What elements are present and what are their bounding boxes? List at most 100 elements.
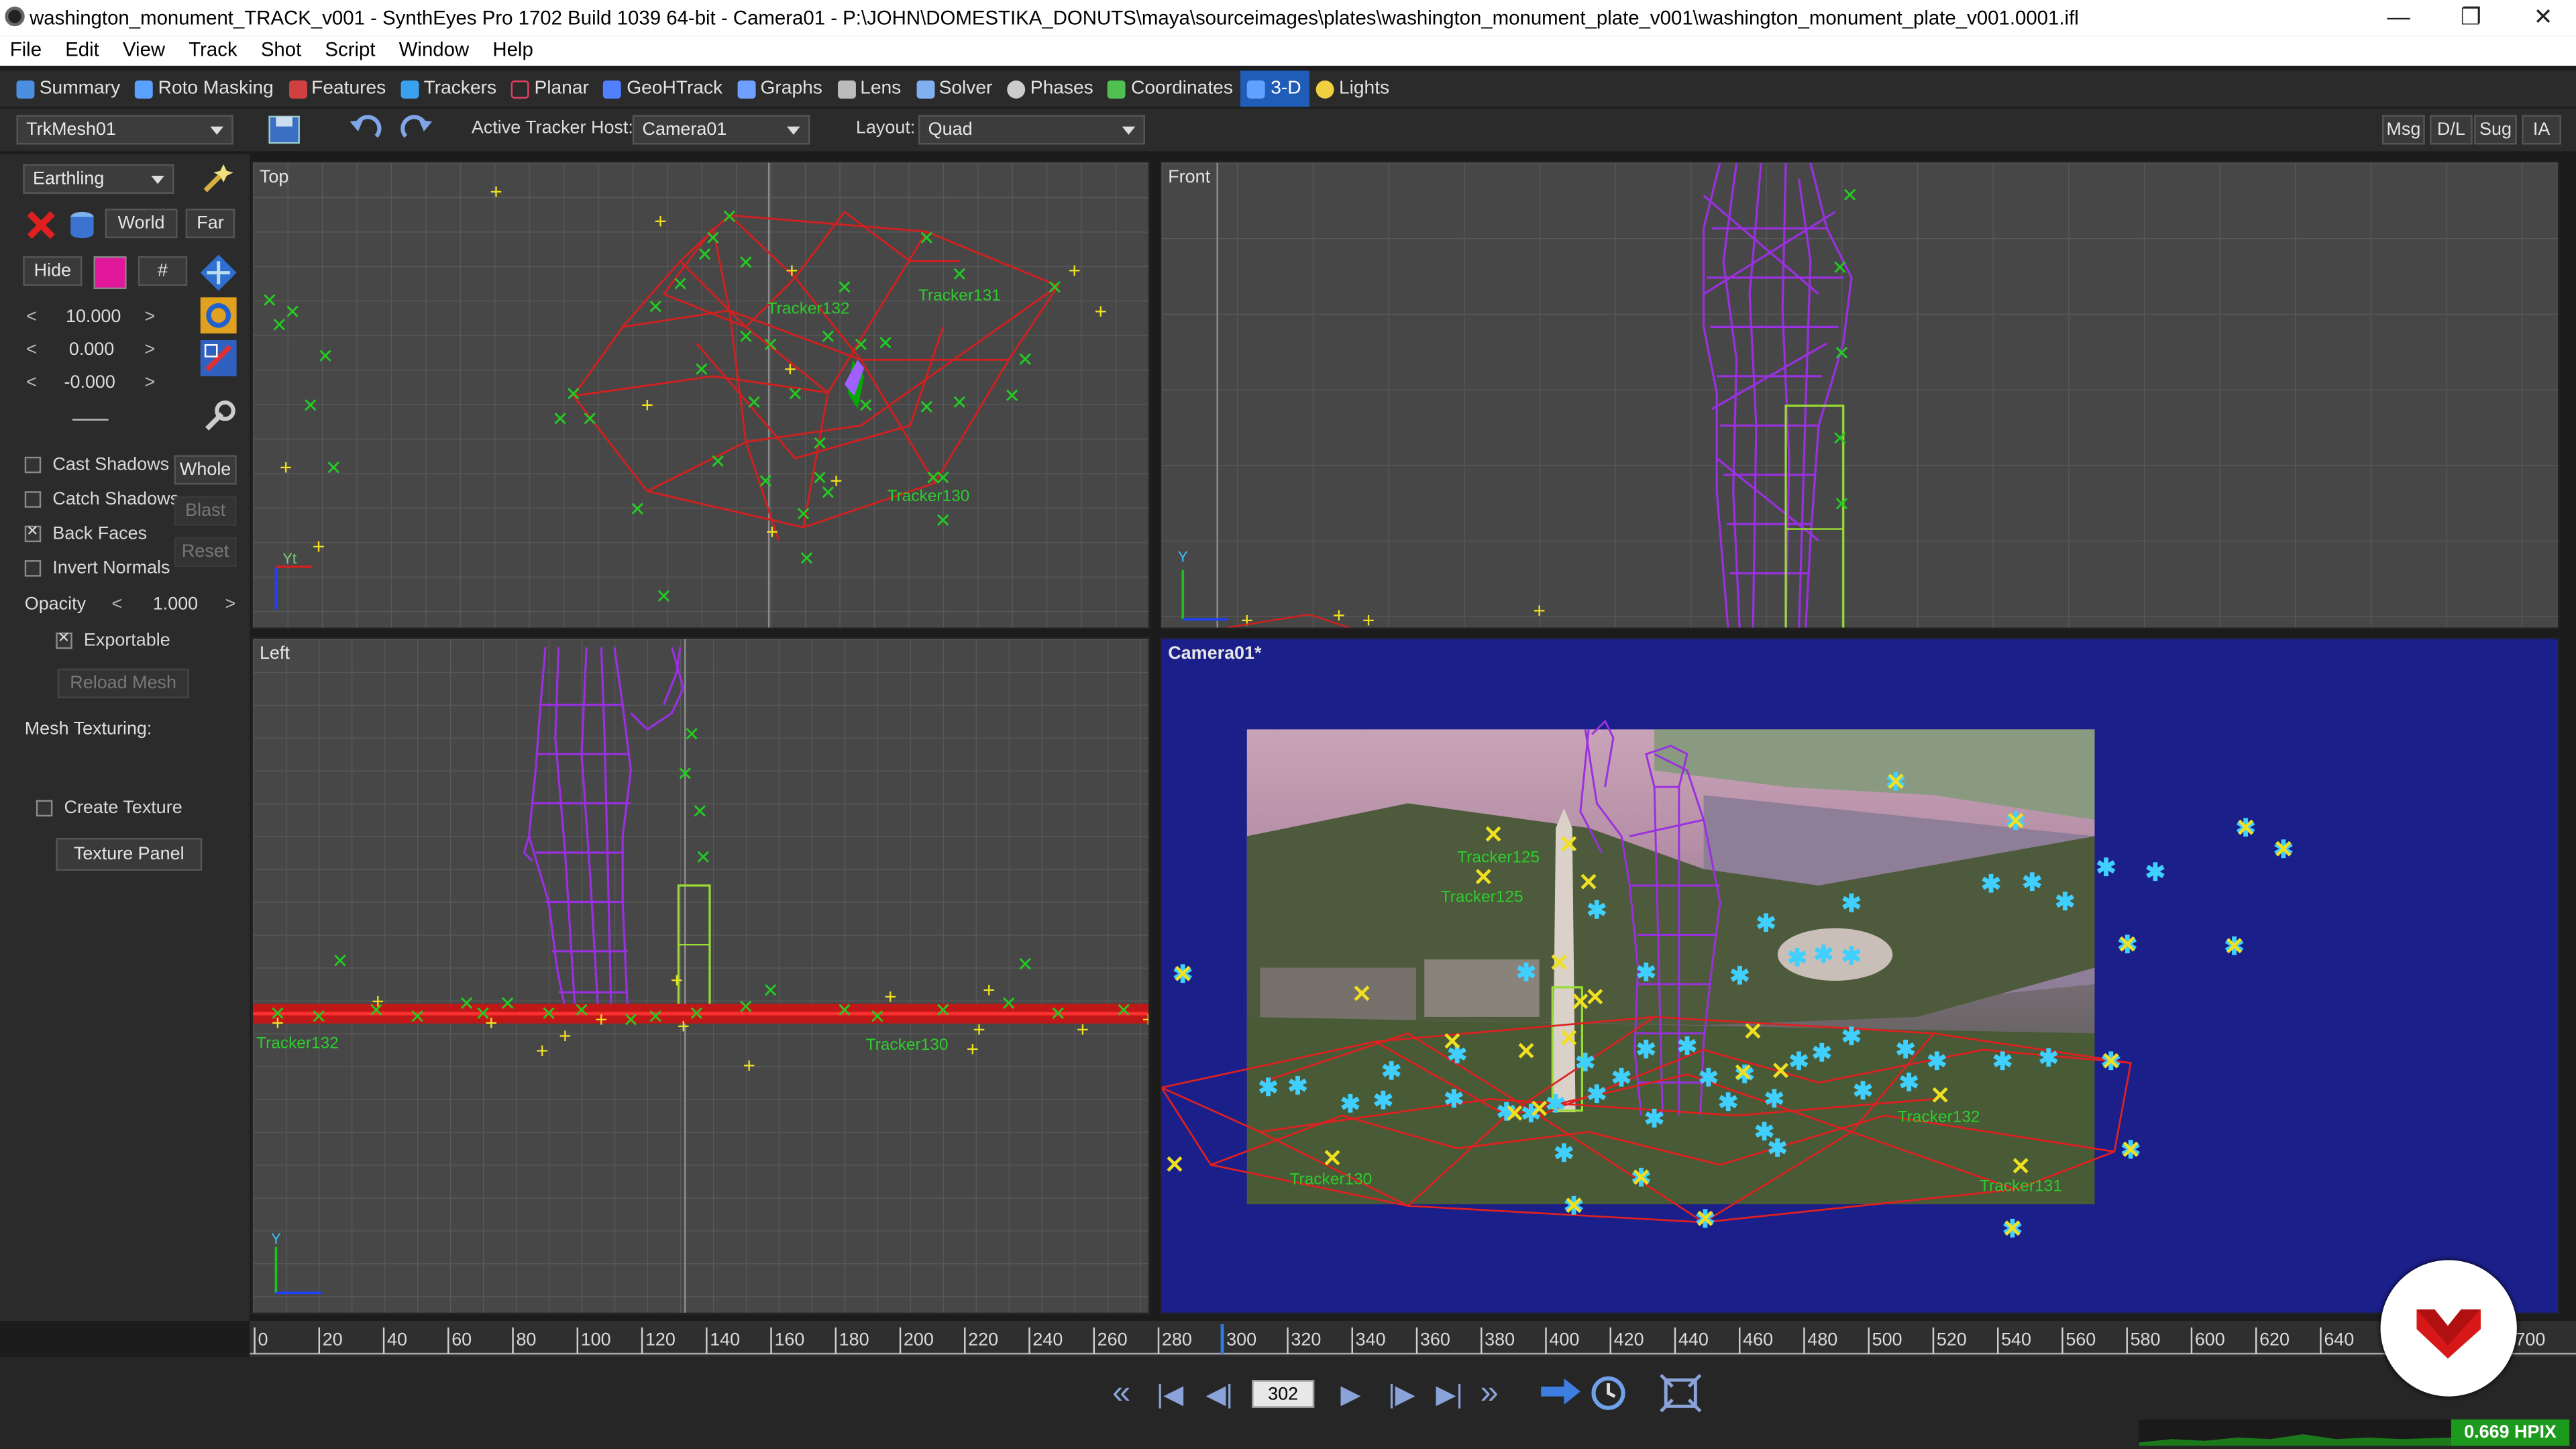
opacity-decrement[interactable]: < (112, 595, 123, 614)
step-back-button[interactable]: ◀| (1206, 1380, 1233, 1413)
opacity-increment[interactable]: > (225, 595, 236, 614)
svg-text:✕: ✕ (1050, 1003, 1067, 1025)
minimize-button[interactable]: — (2363, 0, 2435, 36)
tab-trackers[interactable]: Trackers (394, 70, 505, 107)
reset-button[interactable]: Reset (174, 537, 237, 567)
value-2[interactable]: 0.000 (69, 340, 114, 360)
menu-view[interactable]: View (113, 36, 173, 60)
invert-normals-check[interactable] (24, 560, 42, 577)
tab-summary[interactable]: Summary (10, 70, 129, 107)
menu-shot[interactable]: Shot (251, 36, 309, 60)
go-to-start-button[interactable]: |◀ (1157, 1380, 1183, 1413)
tab-features[interactable]: Features (282, 70, 394, 107)
value-1-increment[interactable]: > (145, 307, 156, 327)
exportable-checkbox[interactable]: Exportable (56, 629, 170, 651)
close-button[interactable]: ✕ (2507, 0, 2576, 36)
value-1[interactable]: 10.000 (66, 307, 121, 327)
value-3[interactable]: -0.000 (64, 373, 115, 392)
top-view-canvas[interactable]: ✕ ✕ ✕ ✕ ✕ ✕ ✕ ✕ ✕ ✕ ✕ ✕ ✕ ✕ ✕ ✕ ✕ ✕ ✕ ✕ ✕ ✕ ✕ ✕ ✕ ✕ ✕ ✕ ✕ ✕ ✕ ✕ ✕ ✕… (253, 162, 1150, 629)
viewport-camera[interactable]: ✱ ✱ ✱ ✱ ✱ ✱ ✱ ✱ ✱ ✱ ✱ ✱ ✱ ✱ ✱ ✱ ✱ ✱ ✱ ✱ ✱ ✱ ✱ ✱ ✱ ✱ ✱ ✱ ✱ ✱ ✱ ✱ ✱ ✱… (1159, 637, 2560, 1315)
viewport-left[interactable]: ✕ ✕ ✕ ✕ ✕ ✕ ✕ ✕ ✕ ✕ ✕ ✕ ✕ ✕ ✕ ✕ ✕ ✕ ✕ ✕ ✕ ✕ ✕ ✕ ✕ ✕ + + + + + + + +… (251, 637, 1150, 1315)
tab-roto-masking[interactable]: Roto Masking (129, 70, 282, 107)
far-button[interactable]: Far (185, 209, 235, 239)
color-swatch[interactable] (93, 256, 127, 290)
value-3-decrement[interactable]: < (26, 373, 37, 392)
reload-mesh-button[interactable]: Reload Mesh (57, 668, 189, 698)
dl-button[interactable]: D/L (2430, 115, 2473, 145)
clock-icon[interactable] (1587, 1373, 1630, 1413)
play-button[interactable]: ▶ (1340, 1380, 1360, 1413)
whole-button[interactable]: Whole (174, 455, 237, 485)
redo-icon[interactable] (396, 113, 435, 146)
mesh-select[interactable]: TrkMesh01 (16, 115, 233, 145)
value-3-increment[interactable]: > (145, 373, 156, 392)
tab-planar[interactable]: Planar (504, 70, 597, 107)
step-forward-button[interactable]: |▶ (1388, 1380, 1415, 1413)
value-2-decrement[interactable]: < (26, 340, 37, 360)
svg-text:✕: ✕ (1770, 1057, 1791, 1085)
invert-normals-checkbox[interactable]: Invert Normals (24, 559, 170, 578)
fast-forward-button[interactable]: » (1481, 1377, 1499, 1409)
menu-edit[interactable]: Edit (56, 36, 108, 60)
tab-phases[interactable]: Phases (1001, 70, 1102, 107)
hide-button[interactable]: Hide (23, 256, 83, 286)
create-texture-checkbox[interactable]: Create Texture (36, 798, 182, 818)
scale-icon[interactable] (199, 338, 238, 378)
frame-number-input[interactable]: 302 (1252, 1380, 1315, 1408)
msg-button[interactable]: Msg (2382, 115, 2425, 145)
restore-button[interactable]: ❐ (2434, 0, 2507, 36)
timeline-bar[interactable]: 0 20 40 60 80 100 120 140 160 180 200 220 240 260 280 3… (250, 1320, 2576, 1357)
menu-file[interactable]: File (0, 36, 50, 60)
active-tracker-host-select[interactable]: Camera01 (632, 115, 810, 145)
front-view-canvas[interactable]: ✕✕✕✕✕ + + + + Y (1161, 162, 2559, 629)
save-icon[interactable] (266, 113, 303, 146)
stack-icon[interactable] (66, 207, 99, 244)
blast-button[interactable]: Blast (174, 496, 237, 526)
menu-track[interactable]: Track (179, 36, 246, 60)
fit-frame-icon[interactable] (1659, 1373, 1702, 1413)
magic-wand-icon[interactable] (199, 161, 235, 197)
wrench-icon[interactable] (199, 398, 238, 437)
exportable-check[interactable] (56, 629, 72, 649)
menu-window[interactable]: Window (389, 36, 477, 60)
tab-lights[interactable]: Lights (1309, 70, 1397, 107)
menu-help[interactable]: Help (483, 36, 541, 60)
undo-icon[interactable] (347, 113, 386, 146)
hash-button[interactable]: # (138, 256, 188, 286)
menu-script[interactable]: Script (315, 36, 384, 60)
tab-solver[interactable]: Solver (910, 70, 1001, 107)
mode-select[interactable]: Earthling (23, 164, 174, 194)
tab-graphs[interactable]: Graphs (731, 70, 830, 107)
left-view-canvas[interactable]: ✕✕✕✕✕ ✕ ✕ ✕ ✕ ✕ ✕ ✕ ✕ ✕ ✕ ✕ ✕✕✕ ✕ ✕ ✕ ✕ ✕✕✕ +++ ++ +++… (253, 639, 1150, 1315)
move-icon[interactable] (199, 253, 238, 292)
catch-shadows-check[interactable] (24, 491, 42, 508)
cast-shadows-checkbox[interactable]: Cast Shadows (24, 455, 169, 475)
cast-shadows-check[interactable] (24, 456, 42, 474)
opacity-value[interactable]: 1.000 (153, 595, 198, 614)
tab-lens[interactable]: Lens (830, 70, 909, 107)
texture-panel-button[interactable]: Texture Panel (56, 837, 203, 871)
viewport-top[interactable]: ✕ ✕ ✕ ✕ ✕ ✕ ✕ ✕ ✕ ✕ ✕ ✕ ✕ ✕ ✕ ✕ ✕ ✕ ✕ ✕ ✕ ✕ ✕ ✕ ✕ ✕ ✕ ✕ ✕ ✕ ✕ ✕ ✕ ✕… (251, 161, 1150, 629)
tab-coordinates[interactable]: Coordinates (1102, 70, 1241, 107)
camera-view-canvas[interactable]: ✱✱✱ ✱✱ ✱✱ ✱✱✱ ✱✱✱✱✱ ✱ ✱✱✱✱ ✱ ✱ ✱✱✱ ✱ ✱✱ ✱✱ ✱✱✱✱… (1161, 639, 2559, 1315)
back-faces-check[interactable] (24, 523, 42, 543)
sug-button[interactable]: Sug (2474, 115, 2517, 145)
layout-select[interactable]: Quad (918, 115, 1145, 145)
arrow-right-icon[interactable] (1538, 1373, 1584, 1409)
rewind-button[interactable]: « (1112, 1377, 1130, 1409)
delete-icon[interactable] (23, 207, 59, 244)
timeline-ruler[interactable]: 0 20 40 60 80 100 120 140 160 180 200 220 240 260 280 3… (250, 1320, 2576, 1357)
catch-shadows-checkbox[interactable]: Catch Shadows (24, 490, 179, 509)
timeline-cursor[interactable] (1220, 1324, 1224, 1354)
viewport-front[interactable]: ✕ ✕ ✕ ✕ ✕ + + + + Y Front (1159, 161, 2560, 629)
create-texture-check[interactable] (36, 800, 53, 817)
go-to-end-button[interactable]: ▶| (1436, 1380, 1462, 1413)
rotate-icon[interactable] (199, 296, 238, 335)
tab-3d[interactable]: 3-D (1241, 70, 1309, 107)
back-faces-checkbox[interactable]: Back Faces (24, 523, 147, 544)
value-2-increment[interactable]: > (145, 340, 156, 360)
world-button[interactable]: World (105, 209, 178, 239)
tab-geohtrack[interactable]: GeoHTrack (597, 70, 731, 107)
ia-button[interactable]: IA (2522, 115, 2561, 145)
value-1-decrement[interactable]: < (26, 307, 37, 327)
